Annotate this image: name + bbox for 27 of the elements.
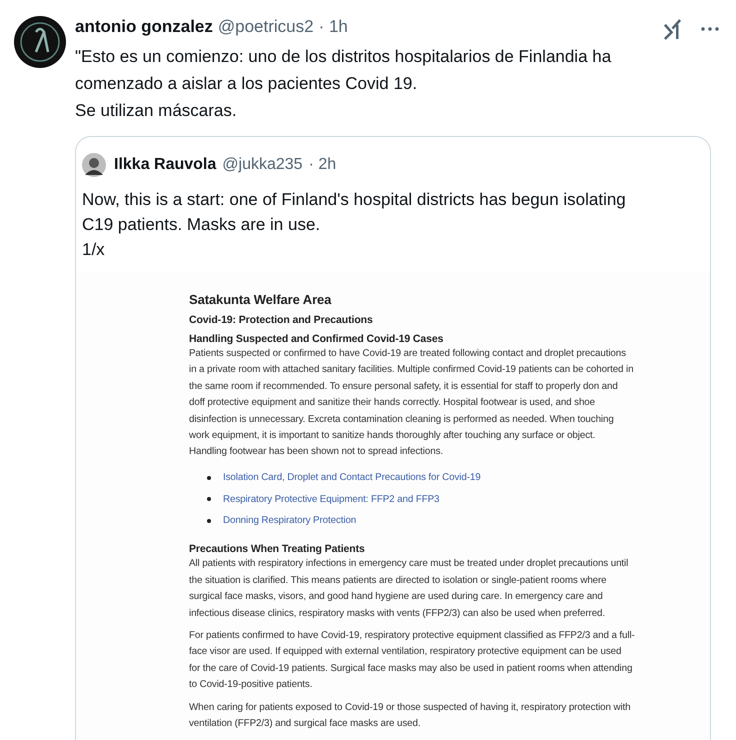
post-time[interactable]: · 1h [318, 17, 348, 37]
bullet-icon [207, 476, 211, 480]
author-handle[interactable]: @poetricus2 [218, 17, 314, 37]
quote-text: Now, this is a start: one of Finland's hospital districts has begun isolating C19 patients. Masks are in use. 1/x [81, 189, 627, 261]
paragraph: For patients confirmed to have Covid-19, respiratory protective equipment classified as FFP2/3 and a full-face visor are used. If equipped with external ventilation, respiratory protective equipment can be used for the care of Covid-19 patients. Surgical face masks may also be used in patient rooms when attending to Covid-19-positive patients. [189, 628, 635, 692]
paragraph: When caring for patients exposed to Covid-19 or those suspected of having it, respiratory protection with ventilation (FFP2/3) and surgical face masks are used. [189, 700, 632, 731]
quote-card[interactable] [75, 136, 711, 740]
section-heading: Handling Suspected and Confirmed Covid-19 Cases [189, 333, 444, 345]
document-link[interactable]: Isolation Card, Droplet and Contact Precautions for Covid-19 [223, 472, 481, 484]
post-text: "Esto es un comienzo: uno de los distritos hospitalarios de Finlandia ha comenzado a aislar a los pacientes Covid 19. Se utilizan máscaras. [75, 46, 612, 122]
author-handle[interactable]: @jukka235 [222, 156, 303, 174]
author-name[interactable]: Ilkka Rauvola [114, 156, 216, 174]
avatar-icon [82, 153, 106, 177]
document-subtitle: Covid-19: Protection and Precautions [189, 314, 374, 326]
document-link[interactable]: Donning Respiratory Protection [223, 515, 356, 526]
post-time[interactable]: · 2h [308, 156, 336, 174]
bullet-icon [207, 518, 211, 523]
avatar-icon[interactable] [14, 16, 66, 68]
author-name[interactable]: antonio gonzalez [75, 17, 213, 37]
document-title: Satakunta Welfare Area [189, 292, 332, 307]
document-link[interactable]: Respiratory Protective Equipment: FFP2 and FFP3 [223, 494, 440, 505]
slash-icon[interactable] [663, 18, 682, 40]
more-icon[interactable] [701, 27, 719, 31]
paragraph: Patients suspected or confirmed to have Covid-19 are treated following contact and droplet precautions in a private room with attached sanitary facilities. Multiple confirmed Covid-19 patients can be cohorted in the same room if recommended. To ensure personal safety, it is essential for staff to properly don and doff protective equipment and sanitize their hands correctly. Hospital footwear is used, and shoe disinfection is unnecessary. Excreta contamination cleaning is performed as needed. When touching work equipment, it is important to sanitize hands thoroughly after touching any surface or object. Handling footwear has been shown not to spread infections. [189, 347, 634, 460]
paragraph: All patients with respiratory infections in emergency care must be treated under droplet precautions until the situation is clarified. This means patients are directed to isolation or single-patient rooms where surgical face masks, visors, and good hand hygiene are used during care. In emergency care and infectious disease clinics, respiratory masks with vents (FFP2/3) can also be used when preferred. [189, 557, 630, 621]
section-heading: Precautions When Treating Patients [189, 543, 366, 556]
bullet-icon [207, 497, 211, 502]
